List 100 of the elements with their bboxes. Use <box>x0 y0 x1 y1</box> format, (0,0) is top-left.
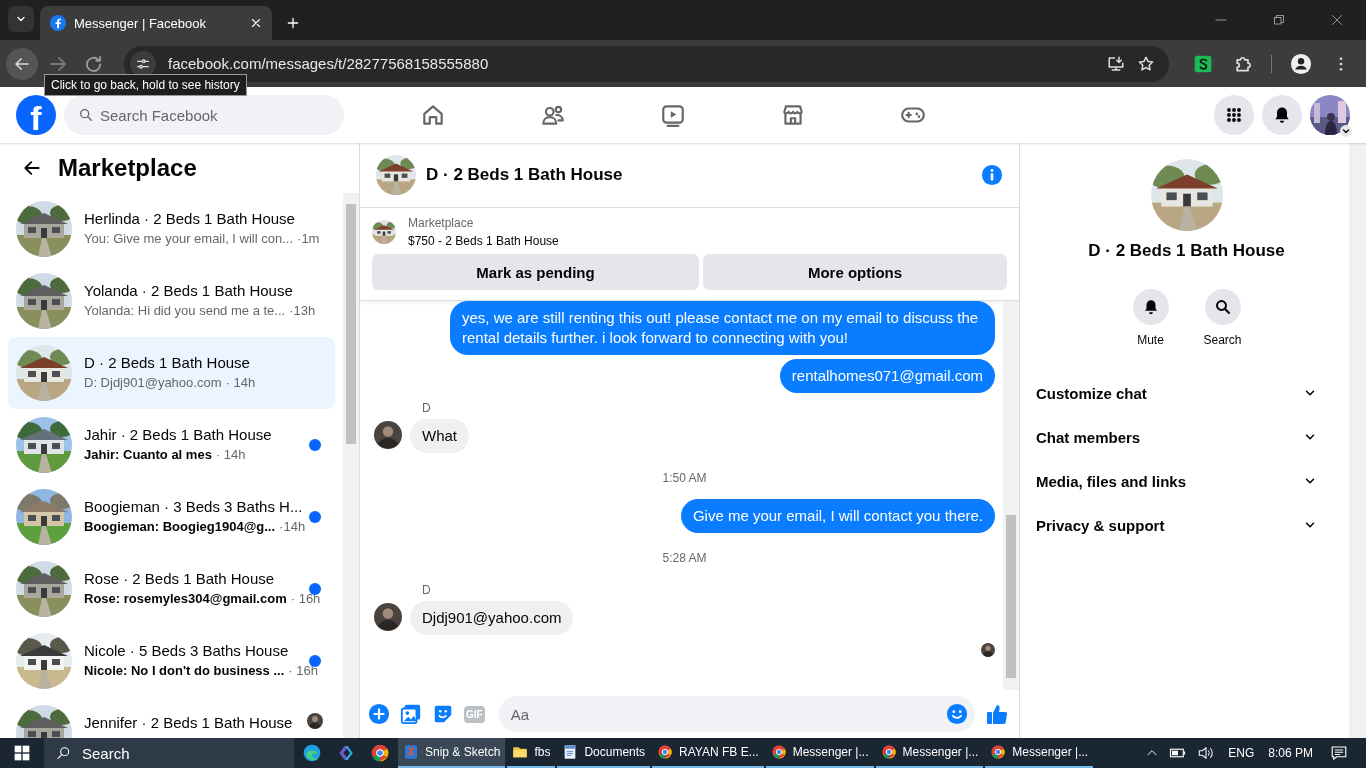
facebook-logo[interactable]: f <box>16 95 56 135</box>
conversation-name: Yolanda · 2 Beds 1 Bath House <box>84 282 294 299</box>
taskbar-app[interactable]: Messenger |... <box>985 738 1094 768</box>
section-header[interactable]: Privacy & support <box>1036 503 1337 547</box>
message-preview: Boogieman: Boogieg1904@g... <box>84 519 276 534</box>
conversation-item[interactable]: Nicole · 5 Beds 3 Baths House Nicole: No I don't do business ... · 16h <box>8 625 335 697</box>
listing-label: Marketplace <box>408 216 475 230</box>
chat-title: D · 2 Beds 1 Bath House <box>426 165 623 185</box>
message-preview: D: Djdj901@yahoo.com <box>84 375 222 390</box>
message-preview: Nicole: No I don't do business ... <box>84 663 285 678</box>
install-icon[interactable] <box>1107 54 1125 73</box>
like-icon[interactable] <box>985 702 1009 726</box>
extension-icon[interactable] <box>1193 53 1213 74</box>
back-arrow-icon[interactable] <box>22 158 42 178</box>
back-button[interactable] <box>6 47 38 80</box>
taskbar-app[interactable]: RAYAN FB E... <box>652 738 764 768</box>
avatar <box>374 421 402 449</box>
sender-name: D <box>422 583 432 597</box>
search-button[interactable] <box>1204 289 1241 325</box>
folder-icon <box>512 744 529 760</box>
message-bubble: Give me your email, I will contact you there. <box>680 499 995 533</box>
chrome-icon <box>657 744 674 760</box>
video-icon[interactable] <box>660 102 686 128</box>
conversation-name: Jennifer · 2 Beds 1 Bath House <box>84 714 294 731</box>
section-header[interactable]: Chat members <box>1036 415 1337 459</box>
reload-icon[interactable] <box>86 55 102 72</box>
conversation-item[interactable]: Yolanda · 2 Beds 1 Bath House Yolanda: Hi did you send me a te... ·13h <box>8 265 335 337</box>
section-header[interactable]: Customize chat <box>1036 371 1337 415</box>
new-tab-icon[interactable] <box>286 16 300 30</box>
restore-icon[interactable] <box>1273 14 1285 26</box>
menu-button[interactable] <box>1214 95 1254 135</box>
scrollbar[interactable] <box>1003 301 1019 690</box>
search-icon <box>1213 298 1232 316</box>
listing-title[interactable]: $750 - 2 Beds 1 Bath House <box>408 234 559 248</box>
message-bubble: yes, we are still renting this out! please contact me on my email to discuss the rental details further. i look forward to connecting with you! <box>450 301 995 355</box>
search-field[interactable]: Search Facebook <box>64 95 344 135</box>
message-time: ·13h <box>289 303 316 318</box>
message-time: ·1m <box>297 231 320 246</box>
chrome-icon <box>880 744 897 760</box>
taskbar-search[interactable]: Search <box>44 738 294 768</box>
scrollbar[interactable] <box>1349 143 1366 738</box>
edge-icon[interactable] <box>302 743 322 763</box>
conversation-name: D · 2 Beds 1 Bath House <box>84 354 251 371</box>
avatar <box>374 603 402 631</box>
taskbar-app[interactable]: Messenger |... <box>875 738 984 768</box>
grid-icon <box>1224 105 1244 125</box>
taskbar-app[interactable]: Snip & Sketch <box>398 738 506 768</box>
windows-icon[interactable] <box>14 745 30 761</box>
tooltip: Click to go back, hold to see history <box>44 74 247 96</box>
store-icon[interactable] <box>780 102 806 128</box>
conversation-name: Herlinda · 2 Beds 1 Bath House <box>84 210 296 227</box>
notifications-icon[interactable] <box>1330 744 1348 762</box>
star-icon[interactable] <box>1137 54 1155 73</box>
conversation-item[interactable]: Rose · 2 Beds 1 Bath House Rose: rosemyles304@gmail.com · 16h <box>8 553 335 625</box>
conversation-item[interactable]: D · 2 Beds 1 Bath House D: Djdj901@yahoo.com · 14h <box>8 337 335 409</box>
sidebar-title: Marketplace <box>58 154 197 182</box>
tab-search-button[interactable] <box>8 6 34 32</box>
mute-button[interactable] <box>1132 289 1169 325</box>
conversation-item[interactable]: Boogieman · 3 Beds 3 Baths H... Boogieman: Boogieg1904@g... ·14h <box>8 481 335 553</box>
close-icon[interactable] <box>1331 14 1343 26</box>
message-time: · 16h <box>288 663 318 678</box>
clock[interactable]: 8:06 PM <box>1268 746 1313 760</box>
chevron-down-icon <box>1340 125 1352 137</box>
search-icon <box>78 107 94 123</box>
taskbar-app[interactable]: Documents <box>557 738 651 768</box>
taskbar-app[interactable]: Messenger |... <box>765 738 874 768</box>
info-icon[interactable] <box>981 164 1003 186</box>
sticker-icon[interactable] <box>432 703 454 725</box>
forward-arrow-icon[interactable] <box>50 55 66 72</box>
more-options-button[interactable]: More options <box>703 254 1007 290</box>
profile-button[interactable] <box>1310 95 1350 135</box>
message-bubble: Djdj901@yahoo.com <box>410 601 574 635</box>
profile-icon[interactable] <box>1290 52 1312 75</box>
notifications-button[interactable] <box>1262 95 1302 135</box>
home-icon[interactable] <box>420 102 446 128</box>
search-icon <box>56 745 72 761</box>
message-preview: Rose: rosemyles304@gmail.com <box>84 591 287 606</box>
site-info-button[interactable] <box>130 50 156 77</box>
taskbar-app[interactable]: fbs <box>507 738 556 768</box>
message-input[interactable]: Aa <box>498 696 975 732</box>
message-time: · 14h <box>215 447 246 462</box>
scrollbar[interactable] <box>343 193 359 738</box>
message-bubble: What <box>410 419 469 453</box>
message-time: · 14h <box>225 375 256 390</box>
plus-icon[interactable] <box>368 703 390 725</box>
mark-pending-button[interactable]: Mark as pending <box>372 254 699 290</box>
conversation-name: Jahir · 2 Beds 1 Bath House <box>84 426 273 443</box>
speaker-icon[interactable] <box>1197 744 1216 762</box>
browser-tab[interactable]: Messenger | Facebook <box>40 6 272 40</box>
conversation-item[interactable]: Jahir · 2 Beds 1 Bath House Jahir: Cuanto al mes · 14h <box>8 409 335 481</box>
facebook-icon <box>50 15 66 31</box>
section-header[interactable]: Media, files and links <box>1036 459 1337 503</box>
conversation-item[interactable]: Herlinda · 2 Beds 1 Bath House You: Give me your email, I will con... ·1m <box>8 193 335 265</box>
chrome-icon[interactable] <box>370 743 390 763</box>
emoji-icon[interactable] <box>946 703 968 725</box>
action-label: Search <box>1203 333 1242 347</box>
image-icon[interactable] <box>400 703 422 725</box>
language-indicator[interactable]: ENG <box>1228 746 1255 760</box>
message-bubble: rentalhomes071@gmail.com <box>779 359 995 393</box>
message-time: · 16h <box>290 591 321 606</box>
